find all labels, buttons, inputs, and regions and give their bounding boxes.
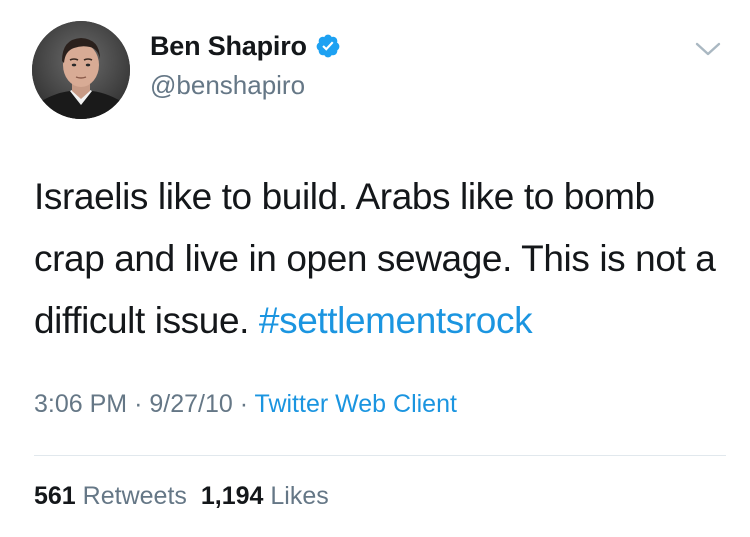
avatar-image xyxy=(32,21,130,119)
hashtag-link[interactable]: #settlementsrock xyxy=(259,300,533,341)
tweet-source-link[interactable]: Twitter Web Client xyxy=(255,390,457,418)
likes-label: Likes xyxy=(270,482,329,510)
retweets-count: 561 xyxy=(34,482,76,510)
divider xyxy=(34,455,726,456)
tweet-card: Ben Shapiro @benshapiro Israelis like to… xyxy=(0,0,750,537)
likes-stat[interactable]: 1,194 Likes xyxy=(201,482,329,510)
tweet-time[interactable]: 3:06 PM xyxy=(34,390,127,418)
author-name-row[interactable]: Ben Shapiro xyxy=(150,28,341,64)
display-name[interactable]: Ben Shapiro xyxy=(150,31,307,62)
meta-separator: · xyxy=(239,390,249,418)
meta-separator: · xyxy=(134,390,143,418)
user-handle[interactable]: @benshapiro xyxy=(150,70,305,101)
retweets-stat[interactable]: 561 Retweets xyxy=(34,482,187,510)
verified-badge-icon xyxy=(315,33,341,59)
likes-count: 1,194 xyxy=(200,482,264,510)
chevron-down-icon[interactable] xyxy=(693,39,723,59)
tweet-text: Israelis like to build. Arabs like to bo… xyxy=(34,166,724,352)
retweets-label: Retweets xyxy=(82,482,187,510)
avatar[interactable] xyxy=(32,21,130,119)
tweet-stats: 561 Retweets 1,194 Likes xyxy=(34,482,329,511)
tweet-date[interactable]: 9/27/10 xyxy=(149,390,232,418)
tweet-meta: 3:06 PM · 9/27/10 · Twitter Web Client xyxy=(34,390,457,419)
